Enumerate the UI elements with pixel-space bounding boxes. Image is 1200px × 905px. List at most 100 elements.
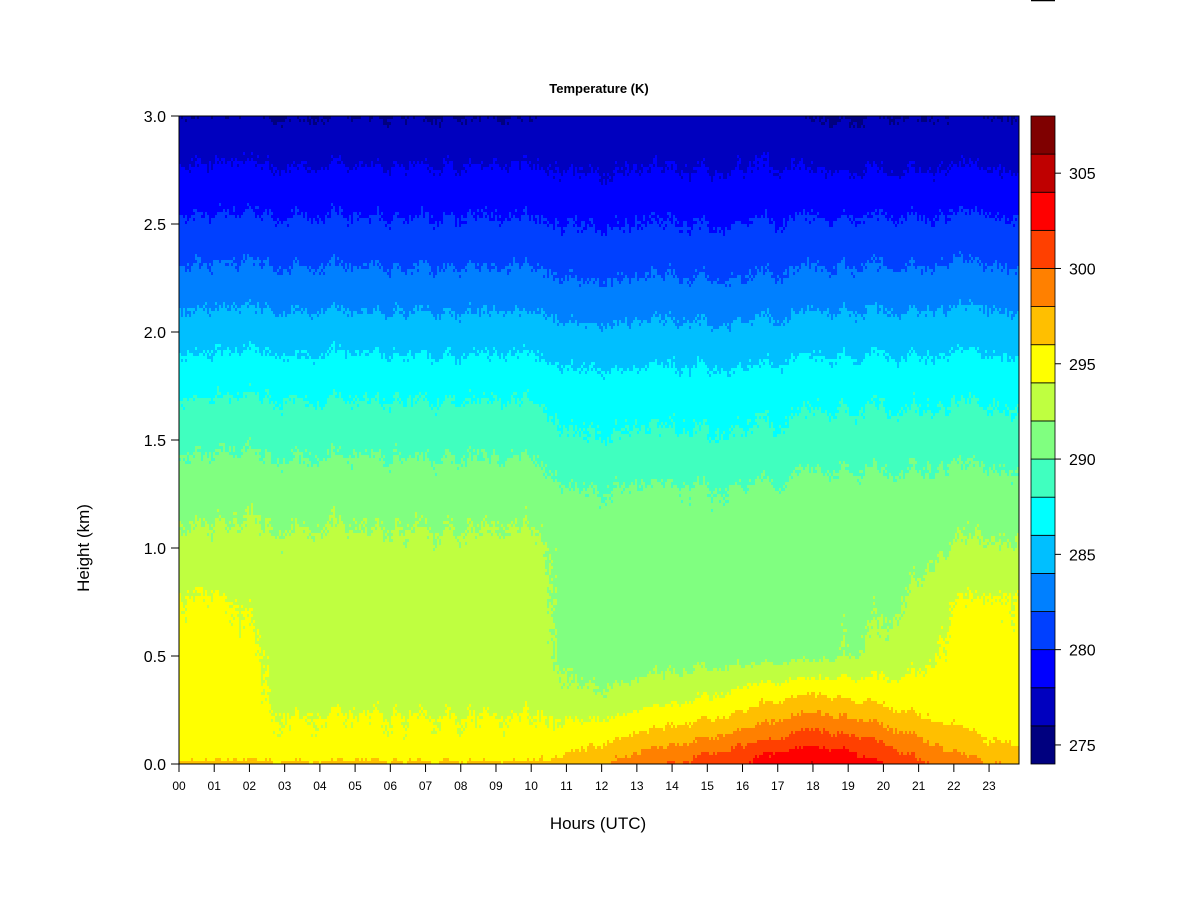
heatmap-cell: [321, 719, 323, 725]
heatmap-cell: [533, 164, 535, 221]
heatmap-cell: [655, 728, 657, 746]
heatmap-cell: [431, 314, 433, 359]
heatmap-cell: [199, 353, 201, 398]
heatmap-cell: [217, 452, 219, 455]
heatmap-cell: [497, 314, 499, 356]
heatmap-cell: [593, 224, 595, 278]
heatmap-cell: [561, 281, 563, 284]
heatmap-cell: [577, 326, 579, 368]
heatmap-cell: [411, 716, 413, 761]
heatmap-cell: [539, 758, 541, 764]
heatmap-cell: [193, 458, 195, 524]
heatmap-cell: [675, 218, 677, 221]
heatmap-cell: [357, 218, 359, 221]
heatmap-cell: [655, 116, 657, 155]
heatmap-cell: [399, 452, 401, 455]
heatmap-cell: [573, 224, 575, 227]
heatmap-cell: [427, 305, 429, 308]
heatmap-cell: [277, 734, 279, 737]
heatmap-cell: [417, 758, 419, 764]
heatmap-cell: [633, 425, 635, 485]
heatmap-cell: [497, 461, 499, 464]
heatmap-cell: [259, 458, 261, 461]
heatmap-cell: [445, 524, 447, 527]
heatmap-cell: [657, 674, 659, 704]
heatmap-cell: [501, 464, 503, 524]
heatmap-cell: [345, 272, 347, 311]
heatmap-cell: [243, 521, 245, 611]
heatmap-cell: [309, 533, 311, 536]
heatmap-cell: [401, 464, 403, 527]
heatmap-cell: [547, 548, 549, 551]
heatmap-cell: [605, 287, 607, 329]
heatmap-cell: [347, 224, 349, 227]
heatmap-cell: [355, 398, 357, 401]
heatmap-cell: [433, 470, 435, 545]
heatmap-cell: [551, 563, 553, 566]
heatmap-cell: [611, 503, 613, 689]
heatmap-cell: [395, 212, 397, 263]
heatmap-cell: [461, 119, 463, 122]
heatmap-cell: [425, 350, 427, 392]
heatmap-cell: [347, 269, 349, 308]
heatmap-cell: [699, 167, 701, 221]
heatmap-cell: [269, 710, 271, 713]
heatmap-cell: [253, 263, 255, 266]
heatmap-cell: [527, 719, 529, 758]
heatmap-cell: [461, 170, 463, 215]
heatmap-cell: [477, 212, 479, 215]
heatmap-cell: [337, 215, 339, 257]
heatmap-cell: [629, 284, 631, 329]
heatmap-cell: [559, 227, 561, 284]
heatmap-cell: [363, 395, 365, 398]
heatmap-cell: [283, 311, 285, 353]
heatmap-cell: [359, 218, 361, 266]
heatmap-cell: [635, 368, 637, 419]
heatmap-cell: [373, 758, 375, 764]
heatmap-cell: [293, 458, 295, 533]
heatmap-cell: [469, 518, 471, 521]
heatmap-cell: [247, 758, 249, 764]
heatmap-cell: [557, 665, 559, 671]
heatmap-cell: [673, 323, 675, 356]
heatmap-cell: [223, 443, 225, 518]
heatmap-cell: [649, 278, 651, 323]
heatmap-cell: [317, 713, 319, 716]
heatmap-cell: [529, 401, 531, 458]
heatmap-cell: [303, 266, 305, 311]
heatmap-cell: [551, 578, 553, 581]
heatmap-cell: [623, 230, 625, 233]
heatmap-cell: [195, 161, 197, 209]
heatmap-cell: [251, 608, 253, 611]
heatmap-cell: [449, 266, 451, 308]
heatmap-cell: [443, 308, 445, 311]
heatmap-cell: [487, 215, 489, 269]
heatmap-cell: [459, 320, 461, 323]
heatmap-cell: [491, 263, 493, 266]
heatmap-cell: [533, 311, 535, 353]
heatmap-cell: [307, 170, 309, 173]
heatmap-cell: [325, 719, 327, 722]
heatmap-cell: [693, 722, 695, 740]
heatmap-cell: [695, 323, 697, 368]
heatmap-cell: [549, 554, 551, 560]
heatmap-cell: [199, 449, 201, 452]
heatmap-cell: [617, 431, 619, 482]
heatmap-cell: [461, 725, 463, 728]
heatmap-cell: [249, 116, 251, 161]
heatmap-cell: [585, 683, 587, 722]
heatmap-cell: [329, 308, 331, 347]
heatmap-cell: [555, 413, 557, 470]
heatmap-cell: [431, 125, 433, 167]
heatmap-cell: [209, 404, 211, 452]
heatmap-cell: [255, 350, 257, 353]
heatmap-cell: [453, 401, 455, 404]
heatmap-cell: [251, 758, 253, 764]
heatmap-cell: [579, 281, 581, 284]
heatmap-cell: [289, 719, 291, 725]
heatmap-cell: [413, 713, 415, 761]
heatmap-cell: [185, 599, 187, 605]
heatmap-cell: [327, 716, 329, 761]
heatmap-cell: [587, 173, 589, 224]
heatmap-cell: [263, 350, 265, 398]
